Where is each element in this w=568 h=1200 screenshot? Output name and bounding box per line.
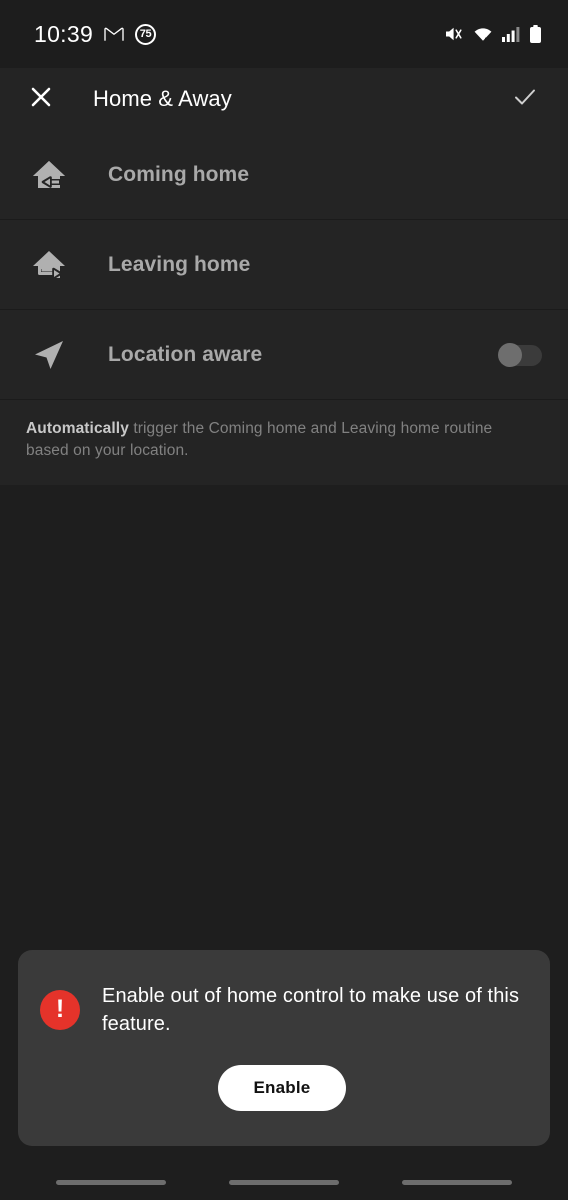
nav-pill-home[interactable]	[228, 1179, 339, 1185]
list-item-label: Coming home	[108, 162, 250, 186]
description-strong: Automatically	[26, 420, 129, 437]
phone-screen: 10:39 75 Home & Away Coming home Leaving…	[0, 0, 568, 1200]
status-bar-left: 10:39 75	[34, 20, 157, 48]
navigation-bar	[0, 1164, 568, 1200]
volume-mute-icon	[444, 25, 464, 43]
close-icon	[29, 85, 53, 114]
location-aware-toggle[interactable]	[498, 342, 542, 367]
navigation-arrow-icon	[26, 335, 72, 375]
status-time: 10:39	[34, 20, 94, 47]
close-button[interactable]	[22, 80, 60, 118]
confirm-button[interactable]	[506, 80, 544, 118]
alert-exclamation-icon: !	[40, 990, 80, 1030]
wifi-icon	[473, 26, 493, 43]
description-text: Automatically trigger the Coming home an…	[26, 418, 534, 463]
app-bar: Home & Away	[0, 68, 568, 130]
list-item-coming-home[interactable]: Coming home	[0, 130, 568, 220]
routine-list: Coming home Leaving home Location aware	[0, 130, 568, 400]
toggle-knob	[498, 342, 522, 367]
list-item-location-aware[interactable]: Location aware	[0, 310, 568, 400]
alert-message: Enable out of home control to make use o…	[102, 985, 520, 1036]
gmail-icon	[104, 26, 124, 42]
description-block: Automatically trigger the Coming home an…	[0, 400, 568, 485]
list-item-leaving-home[interactable]: Leaving home	[0, 220, 568, 310]
status-bar-right	[444, 24, 542, 44]
page-title: Home & Away	[93, 86, 232, 111]
alert-card: ! Enable out of home control to make use…	[18, 950, 550, 1146]
house-arrow-in-icon	[26, 155, 72, 195]
alert-card-wrapper: ! Enable out of home control to make use…	[0, 950, 568, 1164]
house-arrow-out-icon	[26, 245, 72, 285]
exclamation-glyph: !	[55, 994, 65, 1023]
list-item-label: Leaving home	[108, 252, 251, 276]
cellular-signal-icon	[502, 26, 520, 43]
alert-content: ! Enable out of home control to make use…	[40, 980, 524, 1039]
notification-badge: 75	[135, 23, 157, 45]
status-bar: 10:39 75	[0, 0, 568, 68]
nav-pill-back[interactable]	[55, 1179, 166, 1185]
enable-button[interactable]: Enable	[217, 1064, 347, 1111]
check-icon	[512, 84, 538, 115]
alert-actions: Enable	[40, 1064, 524, 1111]
nav-pill-recents[interactable]	[402, 1179, 513, 1185]
content-spacer	[0, 484, 568, 950]
battery-icon	[529, 24, 542, 44]
list-item-label: Location aware	[108, 342, 263, 366]
